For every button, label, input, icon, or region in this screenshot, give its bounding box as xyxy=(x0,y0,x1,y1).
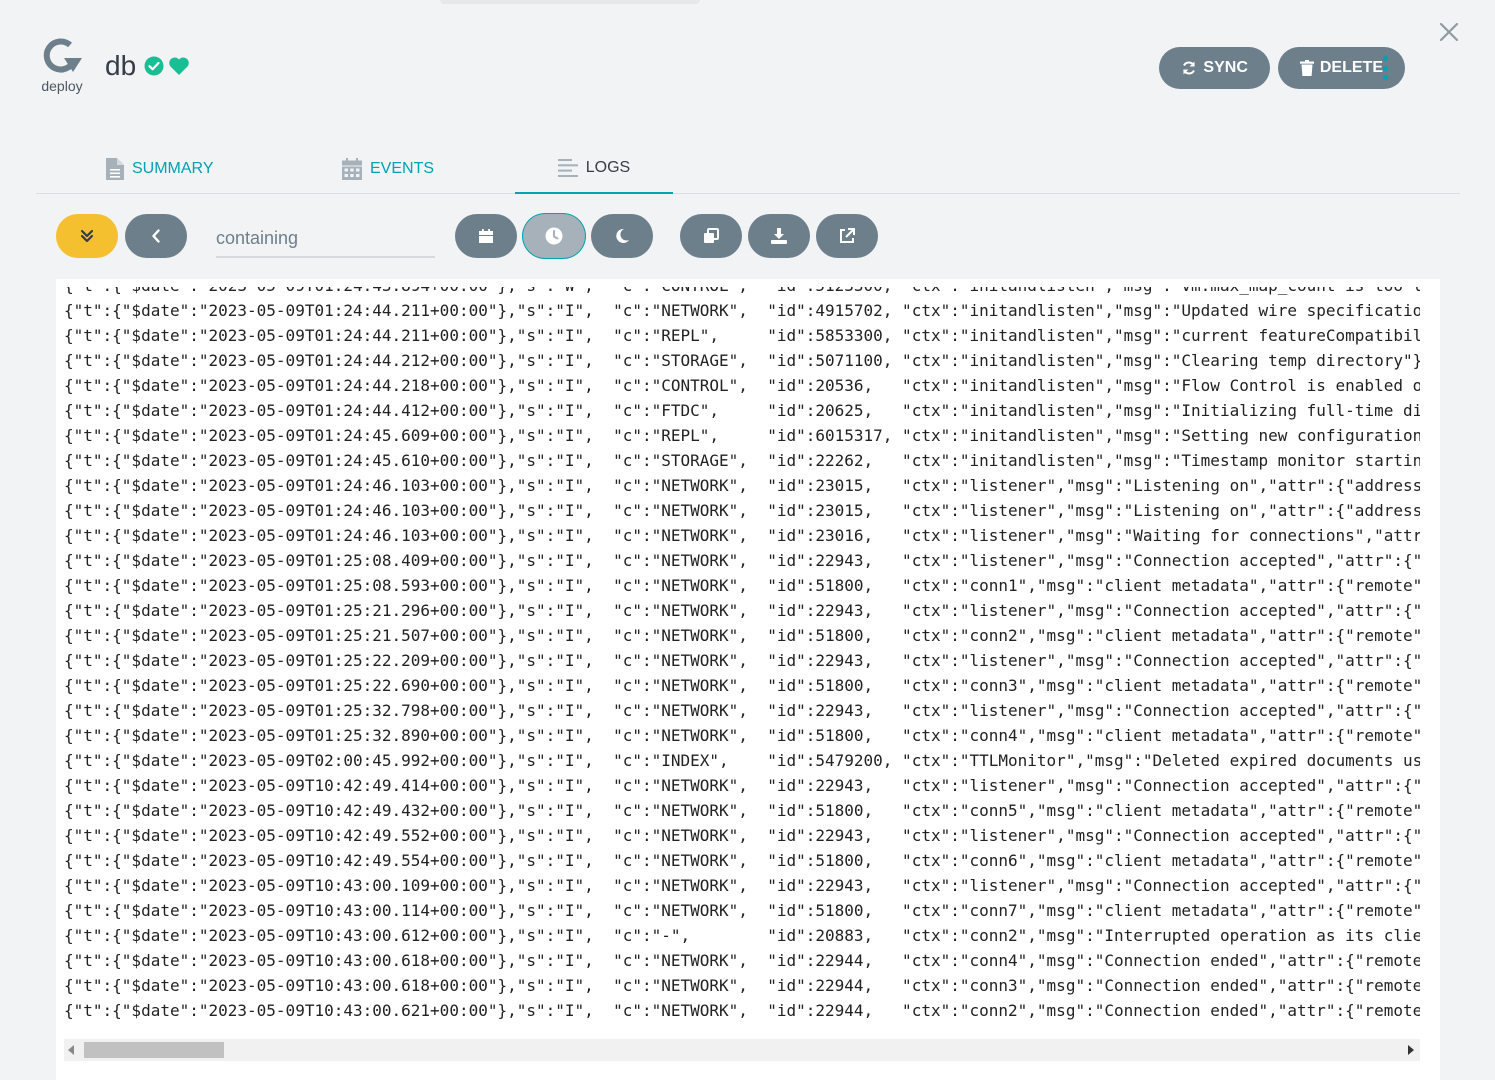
log-line: {"t":{"$date":"2023-05-09T10:42:49.432+0… xyxy=(64,801,1420,820)
clock-icon xyxy=(545,227,563,245)
tab-events-label: EVENTS xyxy=(370,159,435,177)
log-line: {"t":{"$date":"2023-05-09T10:42:49.554+0… xyxy=(64,851,1420,870)
log-line: {"t":{"$date":"2023-05-09T01:25:21.507+0… xyxy=(64,626,1420,645)
log-line: {"t":{"$date":"2023-05-09T10:42:49.414+0… xyxy=(64,776,1420,795)
tab-summary-label: SUMMARY xyxy=(132,159,214,177)
log-line: {"t":{"$date":"2023-05-09T10:43:00.621+0… xyxy=(64,1001,1420,1020)
log-line: {"t":{"$date":"2023-05-09T01:24:45.609+0… xyxy=(64,426,1420,445)
log-line: {"t":{"$date":"2023-05-09T01:25:32.798+0… xyxy=(64,701,1420,720)
download-logs-button[interactable] xyxy=(748,214,810,258)
log-line: {"t":{"$date":"2023-05-09T10:42:49.552+0… xyxy=(64,826,1420,845)
time-range-button[interactable] xyxy=(523,214,585,258)
double-chevron-down-icon xyxy=(80,229,94,243)
tab-events[interactable]: EVENTS xyxy=(342,144,434,193)
app-name: db xyxy=(105,50,137,81)
log-line: {"t":{"$date":"2023-05-09T01:24:46.103+0… xyxy=(64,476,1420,495)
open-in-new-window-button[interactable] xyxy=(816,214,878,258)
log-filter-input[interactable] xyxy=(216,220,435,258)
dark-mode-button[interactable] xyxy=(591,214,653,258)
header-actions: SYNC DELETE xyxy=(1159,47,1405,89)
sync-icon xyxy=(1183,61,1196,75)
app-kind-badge: deploy xyxy=(36,36,88,94)
log-line: {"t":{"$date":"2023-05-09T02:00:45.992+0… xyxy=(64,751,1420,770)
sync-button[interactable]: SYNC xyxy=(1159,47,1270,89)
chevron-left-icon xyxy=(152,229,160,243)
copy-logs-button[interactable] xyxy=(680,214,742,258)
log-line: {"t":{"$date":"2023-05-09T01:25:08.593+0… xyxy=(64,576,1420,595)
external-link-icon xyxy=(840,228,855,243)
top-notch xyxy=(440,0,700,4)
log-line: {"t":{"$date":"2023-05-09T10:43:00.109+0… xyxy=(64,876,1420,895)
calendar-small-icon xyxy=(479,229,493,243)
show-timestamps-button[interactable] xyxy=(455,214,517,258)
copy-icon xyxy=(704,228,719,243)
log-line: {"t":{"$date":"2023-05-09T01:24:43.894+0… xyxy=(64,287,1420,298)
tab-bar: SUMMARY EVENTS LOGS xyxy=(36,144,1460,194)
tab-summary[interactable]: SUMMARY xyxy=(106,144,214,193)
log-line: {"t":{"$date":"2023-05-09T01:24:45.610+0… xyxy=(64,451,1420,470)
log-line: {"t":{"$date":"2023-05-09T01:25:08.409+0… xyxy=(64,551,1420,570)
app-kind-label: deploy xyxy=(41,78,83,94)
log-line: {"t":{"$date":"2023-05-09T01:24:44.212+0… xyxy=(64,351,1420,370)
file-icon xyxy=(106,157,124,180)
log-line: {"t":{"$date":"2023-05-09T10:43:00.114+0… xyxy=(64,901,1420,920)
moon-icon xyxy=(616,228,629,243)
refresh-deploy-icon xyxy=(43,38,82,73)
healthy-heart-icon xyxy=(169,57,189,75)
log-line: {"t":{"$date":"2023-05-09T10:43:00.618+0… xyxy=(64,951,1420,970)
align-left-icon xyxy=(557,159,578,177)
scroll-right-arrow-icon[interactable] xyxy=(1408,1045,1414,1055)
trash-icon xyxy=(1299,60,1314,76)
log-line: {"t":{"$date":"2023-05-09T01:24:46.103+0… xyxy=(64,501,1420,520)
log-viewer[interactable]: {"t":{"$date":"2023-05-09T01:24:43.894+0… xyxy=(56,279,1440,1080)
log-line: {"t":{"$date":"2023-05-09T01:25:22.209+0… xyxy=(64,651,1420,670)
horizontal-scrollbar[interactable] xyxy=(64,1039,1420,1061)
logs-toolbar xyxy=(56,214,1426,258)
back-button[interactable] xyxy=(125,214,187,258)
close-icon[interactable] xyxy=(1437,20,1461,44)
log-line: {"t":{"$date":"2023-05-09T01:25:32.890+0… xyxy=(64,726,1420,745)
log-line: {"t":{"$date":"2023-05-09T01:25:22.690+0… xyxy=(64,676,1420,695)
log-line: {"t":{"$date":"2023-05-09T01:25:21.296+0… xyxy=(64,601,1420,620)
more-options-icon[interactable] xyxy=(1379,56,1391,80)
delete-label: DELETE xyxy=(1319,59,1383,76)
log-lines: {"t":{"$date":"2023-05-09T01:24:43.894+0… xyxy=(64,287,1420,1039)
scrollbar-thumb[interactable] xyxy=(84,1042,224,1058)
download-icon xyxy=(771,228,787,244)
log-line: {"t":{"$date":"2023-05-09T01:24:46.103+0… xyxy=(64,526,1420,545)
log-line: {"t":{"$date":"2023-05-09T01:24:44.211+0… xyxy=(64,326,1420,345)
log-line: {"t":{"$date":"2023-05-09T01:24:44.218+0… xyxy=(64,376,1420,395)
log-line: {"t":{"$date":"2023-05-09T10:43:00.618+0… xyxy=(64,976,1420,995)
log-line: {"t":{"$date":"2023-05-09T01:24:44.211+0… xyxy=(64,301,1420,320)
log-line: {"t":{"$date":"2023-05-09T01:24:44.412+0… xyxy=(64,401,1420,420)
calendar-icon xyxy=(342,157,362,180)
scroll-left-arrow-icon[interactable] xyxy=(68,1045,74,1055)
sync-label: SYNC xyxy=(1203,59,1248,76)
log-line: {"t":{"$date":"2023-05-09T10:43:00.612+0… xyxy=(64,926,1420,945)
tab-logs[interactable]: LOGS xyxy=(515,144,673,194)
follow-logs-button[interactable] xyxy=(56,214,118,258)
tab-logs-label: LOGS xyxy=(585,159,631,176)
synced-check-icon xyxy=(144,56,164,76)
app-title: db xyxy=(105,50,190,82)
